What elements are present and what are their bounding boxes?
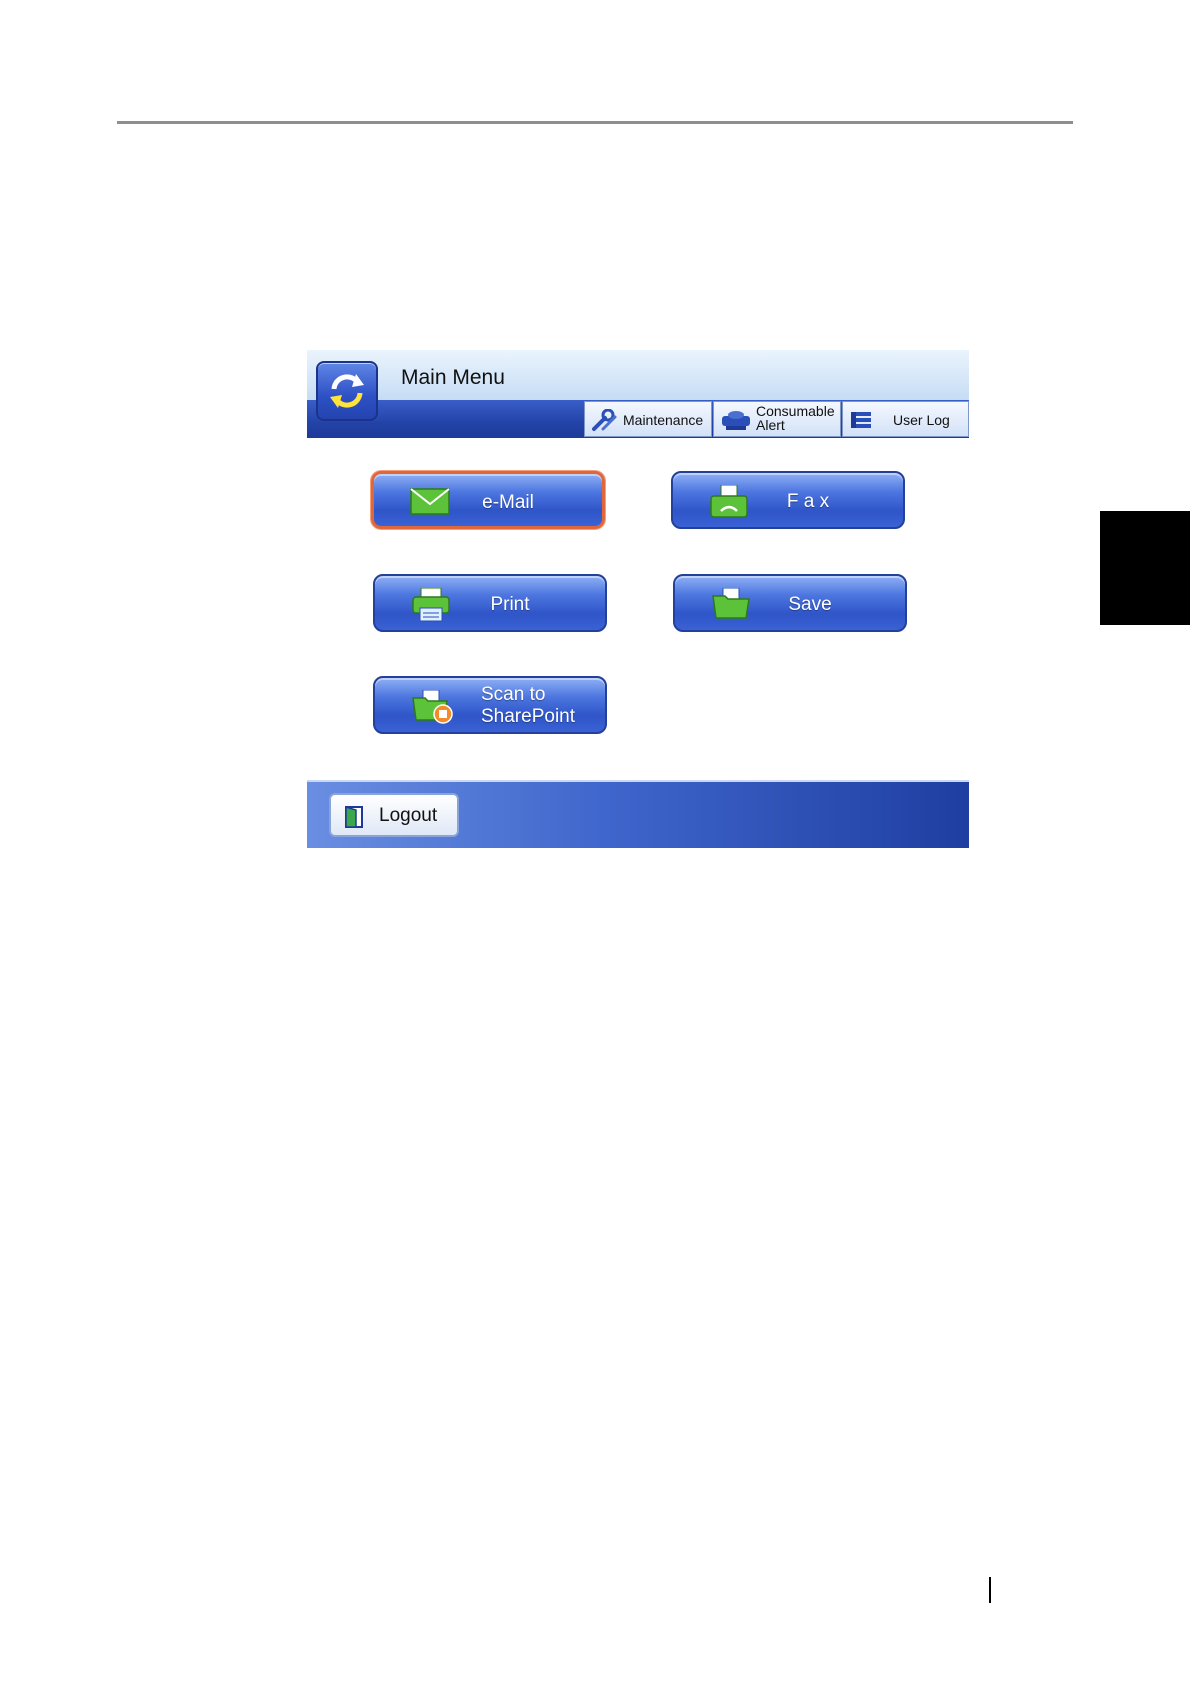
save-label: Save [788,594,832,615]
sharepoint-folder-icon [412,690,453,724]
refresh-icon [330,374,364,408]
consumable-alert-label: Consumable Alert [756,404,836,432]
scanner-alert-icon [722,411,750,430]
list-icon [851,412,871,428]
email-label: e-Mail [482,492,534,513]
user-log-label: User Log [893,412,950,428]
page-number-bar [989,1577,991,1603]
user-log-button[interactable]: User Log [842,401,969,437]
logout-button[interactable]: Logout [329,793,459,837]
door-icon [345,805,363,828]
logout-label: Logout [379,805,438,826]
print-button[interactable]: Print [373,574,607,632]
email-button[interactable]: e-Mail [371,471,605,529]
save-button[interactable]: Save [673,574,907,632]
page-title: Main Menu [401,366,505,389]
fax-label: F a x [786,491,830,512]
wrench-icon [592,409,617,431]
main-menu-screen: Main Menu Maintenance Consumable Alert U… [307,350,969,848]
footer-bar: Logout [307,780,969,848]
maintenance-label: Maintenance [623,412,704,428]
header: Main Menu Maintenance Consumable Alert U… [307,350,969,438]
consumable-alert-button[interactable]: Consumable Alert [713,401,841,437]
consumable-alert-line2: Alert [756,417,785,433]
chapter-tab [1100,511,1190,625]
scan-to-sharepoint-label: Scan to SharePoint [481,684,601,728]
print-label: Print [490,594,530,615]
maintenance-button[interactable]: Maintenance [584,401,712,437]
fax-button[interactable]: F a x [671,471,905,529]
top-rule [117,121,1073,124]
scan-to-sharepoint-button[interactable]: Scan to SharePoint [373,676,607,734]
scan-to-sharepoint-line2: SharePoint [481,706,576,727]
scan-to-sharepoint-line1: Scan to [481,684,546,705]
home-button[interactable] [316,361,378,421]
consumable-alert-line1: Consumable [756,403,835,419]
